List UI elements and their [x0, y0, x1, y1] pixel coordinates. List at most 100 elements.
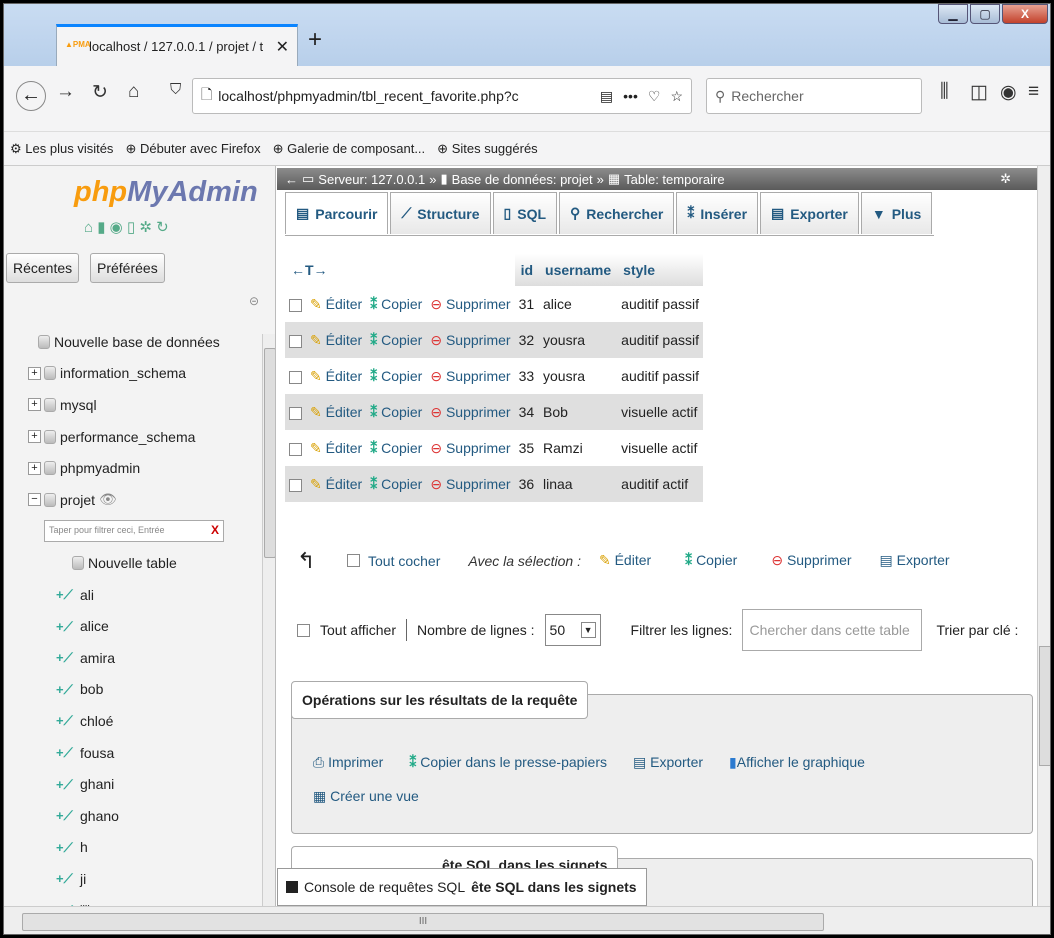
delete-link[interactable]: ⊖ Supprimer	[426, 358, 515, 394]
table-filter-input[interactable]: Taper pour filtrer ceci, Entrée X	[44, 520, 224, 543]
breadcrumb-database[interactable]: Base de données: projet	[452, 172, 593, 187]
copy-link[interactable]: ⁑ Copier	[366, 322, 427, 358]
close-window-icon[interactable]: X	[1002, 4, 1048, 24]
sql-console-bar[interactable]: Console de requêtes SQL ête SQL dans les…	[277, 868, 647, 906]
expand-icon[interactable]: +	[28, 430, 41, 444]
new-table-item[interactable]: Nouvelle table	[4, 547, 260, 579]
row-checkbox[interactable]	[285, 358, 306, 394]
scrollbar-thumb[interactable]	[264, 348, 275, 558]
forward-icon[interactable]: →	[56, 81, 75, 103]
tree-item-table[interactable]: +⟋ ali	[4, 579, 260, 611]
tree-item-table[interactable]: +⟋ h	[4, 832, 260, 864]
clear-filter-icon[interactable]: X	[211, 523, 219, 537]
breadcrumb-table[interactable]: Table: temporaire	[624, 172, 724, 187]
column-header-id[interactable]: id	[514, 254, 540, 286]
tab-sql[interactable]: ▯ SQL	[492, 192, 558, 234]
expand-icon[interactable]: +	[28, 398, 41, 412]
scrollbar-thumb[interactable]: III	[22, 913, 824, 931]
edit-link[interactable]: ✎ Éditer	[306, 322, 367, 358]
copy-link[interactable]: ⁑ Copier	[366, 430, 427, 466]
tree-item-table[interactable]: +⟋iiii	[4, 895, 260, 906]
account-icon[interactable]: ◉	[1000, 81, 1017, 104]
export-link[interactable]: ▤ Exporter	[633, 754, 703, 771]
bookmark-most-visited[interactable]: ⚙ Les plus visités	[10, 141, 113, 157]
sidebar-icon[interactable]: ◫	[970, 81, 988, 104]
row-checkbox[interactable]	[285, 322, 306, 358]
delete-link[interactable]: ⊖ Supprimer	[426, 394, 515, 430]
copy-link[interactable]: ⁑ Copier	[366, 286, 427, 322]
breadcrumb-server[interactable]: Serveur: 127.0.0.1	[318, 172, 425, 187]
tree-item-database[interactable]: + information_schema	[4, 358, 260, 390]
search-input[interactable]: ⚲ Rechercher	[706, 78, 922, 114]
row-checkbox[interactable]	[285, 394, 306, 430]
maximize-icon[interactable]: ▢	[970, 4, 1000, 24]
check-all-label[interactable]: Tout cocher	[368, 553, 440, 569]
logout-icon[interactable]: ▮	[97, 219, 105, 236]
print-link[interactable]: ⎙ Imprimer	[313, 754, 383, 771]
vertical-scrollbar[interactable]	[1037, 166, 1050, 906]
bookmark-star-icon[interactable]: ☆	[670, 88, 683, 105]
edit-link[interactable]: ✎ Éditer	[306, 430, 367, 466]
settings-gear-icon[interactable]: ✲	[1000, 171, 1011, 187]
back-icon[interactable]: ←	[16, 81, 46, 111]
show-all-checkbox[interactable]	[297, 623, 310, 637]
create-view-link[interactable]: ▦ Créer une vue	[313, 788, 419, 805]
show-all-label[interactable]: Tout afficher	[320, 622, 396, 638]
tree-item-table[interactable]: +⟋ chloé	[4, 705, 260, 737]
collapse-arrow-icon[interactable]: ←	[285, 172, 298, 187]
edit-link[interactable]: ✎ Éditer	[306, 286, 367, 322]
delete-link[interactable]: ⊖ Supprimer	[426, 466, 515, 502]
bookmark-getting-started[interactable]: ⊕ Débuter avec Firefox	[125, 141, 260, 157]
eye-icon[interactable]: 👁	[99, 491, 117, 508]
row-checkbox[interactable]	[285, 430, 306, 466]
home-icon[interactable]: ⌂	[128, 81, 139, 103]
tree-item-table[interactable]: +⟋ fousa	[4, 737, 260, 769]
docs-icon[interactable]: ◉	[110, 219, 123, 236]
edit-link[interactable]: ✎ Éditer	[306, 466, 367, 502]
browser-tab[interactable]: ▲PMA localhost / 127.0.0.1 / projet / t …	[56, 24, 298, 66]
tab-browse[interactable]: ▤ Parcourir	[285, 192, 389, 234]
bulk-edit-button[interactable]: ✎ Éditer	[599, 552, 651, 569]
bulk-export-button[interactable]: ▤ Exporter	[880, 552, 950, 569]
delete-link[interactable]: ⊖ Supprimer	[426, 286, 515, 322]
copy-link[interactable]: ⁑ Copier	[366, 358, 427, 394]
bulk-delete-button[interactable]: ⊖ Supprimer	[771, 552, 851, 569]
expand-icon[interactable]: +	[28, 366, 41, 380]
tab-insert[interactable]: ⁑ Insérer	[676, 192, 759, 234]
bookmark-component-gallery[interactable]: ⊕ Galerie de composant...	[273, 141, 426, 157]
link-icon[interactable]: ⊝	[249, 294, 259, 308]
row-checkbox[interactable]	[285, 466, 306, 502]
rows-count-select[interactable]: 50 ▼	[544, 614, 601, 646]
menu-icon[interactable]: ≡	[1028, 81, 1039, 103]
edit-link[interactable]: ✎ Éditer	[306, 394, 367, 430]
pocket-icon[interactable]: ♡	[648, 88, 661, 105]
copy-clipboard-link[interactable]: ⁑ Copier dans le presse-papiers	[409, 754, 607, 771]
new-database-item[interactable]: Nouvelle base de données	[4, 326, 260, 358]
new-tab-icon[interactable]: +	[308, 26, 322, 54]
display-chart-link[interactable]: ▮Afficher le graphique	[729, 754, 865, 771]
filter-rows-input[interactable]: Chercher dans cette table	[742, 609, 923, 651]
copy-link[interactable]: ⁑ Copier	[366, 394, 427, 430]
reload-icon[interactable]: ↻	[92, 81, 108, 104]
navigation-scrollbar[interactable]	[262, 334, 275, 906]
phpmyadmin-logo[interactable]: phpMyAdmin	[74, 176, 258, 209]
help-icon[interactable]: ▯	[127, 219, 135, 236]
tree-item-table[interactable]: +⟋ alice	[4, 610, 260, 642]
tree-item-table[interactable]: +⟋ ghani	[4, 768, 260, 800]
column-header-username[interactable]: username	[539, 254, 618, 286]
delete-link[interactable]: ⊖ Supprimer	[426, 322, 515, 358]
reader-view-icon[interactable]: ▤	[600, 88, 613, 105]
reload-icon[interactable]: ↻	[156, 219, 169, 236]
tab-search[interactable]: ⚲ Rechercher	[559, 192, 675, 234]
bulk-copy-button[interactable]: ⁑ Copier	[685, 552, 737, 569]
url-bar[interactable]: 🗋 localhost/phpmyadmin/tbl_recent_favori…	[192, 78, 692, 114]
expand-icon[interactable]: +	[28, 461, 41, 475]
tree-item-database-projet[interactable]: − projet 👁	[4, 484, 260, 516]
bookmark-suggested-sites[interactable]: ⊕ Sites suggérés	[437, 141, 538, 157]
tree-item-table[interactable]: +⟋ amira	[4, 642, 260, 674]
delete-link[interactable]: ⊖ Supprimer	[426, 430, 515, 466]
favorites-button[interactable]: Préférées	[90, 253, 165, 283]
minimize-icon[interactable]: ▁	[938, 4, 968, 24]
collapse-icon[interactable]: −	[28, 493, 41, 507]
tree-item-database[interactable]: + mysql	[4, 389, 260, 421]
